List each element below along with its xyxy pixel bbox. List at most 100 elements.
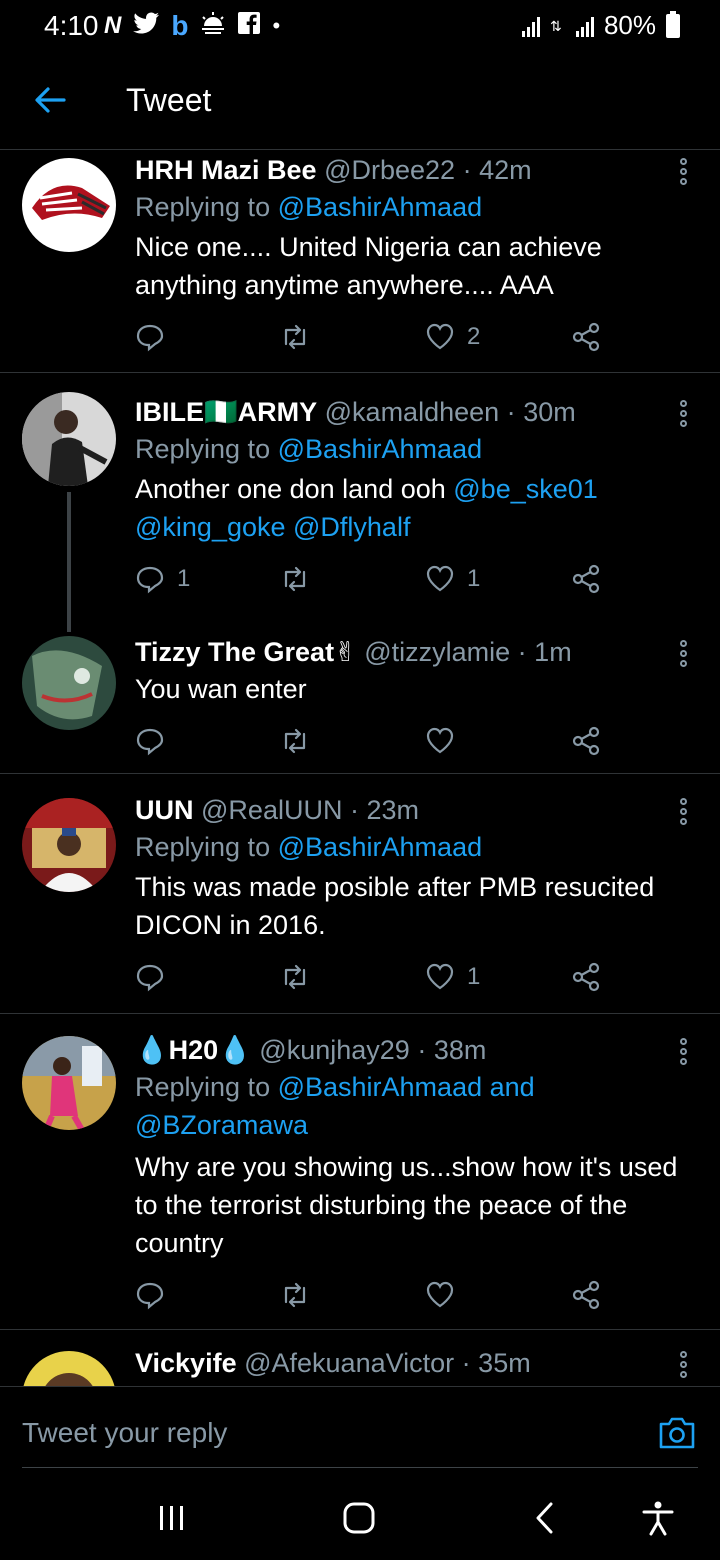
display-name[interactable]: Vickyife [135,1348,237,1378]
retweet-button[interactable] [280,564,310,594]
like-icon [426,565,454,592]
tweet-header: Tizzy The Great✌ @tizzylamie · 1m [135,634,680,670]
tweet[interactable]: UUN @RealUUN · 23m Replying to @BashirAh… [0,776,720,1014]
reply-icon [136,566,164,594]
retweet-button[interactable] [280,322,310,352]
reply-button[interactable] [135,1280,177,1310]
reply-icon [136,324,164,352]
retweet-button[interactable] [280,726,310,756]
notification-dot-icon: • [272,13,281,38]
retweet-icon [284,566,306,592]
home-icon[interactable] [340,1498,380,1538]
tweet-header: IBILE🇳🇬ARMY @kamaldheen · 30m [135,394,680,430]
status-bar: 4:10 N b • ⇅ 80% [0,0,720,54]
user-handle[interactable]: @RealUUN [201,795,342,825]
display-name[interactable]: 💧H20💧 [135,1035,252,1065]
tweet-text: You wan enter [135,674,307,704]
share-button[interactable] [571,726,601,756]
camera-icon[interactable] [658,1415,696,1451]
like-button[interactable]: 1 [425,962,480,992]
reply-input[interactable]: Tweet your reply [22,1417,227,1449]
replying-to: Replying to @BashirAhmaad [135,430,680,468]
share-icon [572,1280,600,1310]
accessibility-icon[interactable] [638,1498,678,1538]
retweet-button[interactable] [280,1280,310,1310]
share-button[interactable] [571,962,601,992]
reply-composer[interactable]: Tweet your reply [0,1386,720,1468]
user-handle[interactable]: @kunjhay29 [259,1035,410,1065]
back-arrow-icon[interactable] [30,80,70,120]
mention-link[interactable]: @BashirAhmaad [278,434,483,464]
user-handle[interactable]: @tizzylamie [364,637,510,667]
retweet-icon [284,1282,306,1308]
avatar[interactable] [22,798,116,892]
timestamp: 30m [523,397,576,427]
mention-link[interactable]: @BashirAhmaad [278,832,483,862]
share-button[interactable] [571,1280,601,1310]
replying-to-prefix: Replying to [135,832,278,862]
n-app-icon: N [104,12,122,39]
replying-to-prefix: Replying to [135,192,278,222]
reply-icon [136,964,164,992]
separator-dot: · [417,1035,427,1065]
b-app-icon: b [171,10,189,41]
like-button[interactable]: 2 [425,322,480,352]
replying-to: Replying to @BashirAhmaad and @BZoramawa [135,1068,680,1144]
reply-icon [136,728,164,756]
more-icon[interactable] [680,640,690,670]
more-icon[interactable] [680,1038,690,1068]
tweet[interactable]: HRH Mazi Bee @Drbee22 · 42m Replying to … [0,150,720,373]
retweet-icon [284,324,306,350]
reply-feed[interactable]: HRH Mazi Bee @Drbee22 · 42m Replying to … [0,150,720,1386]
like-icon [426,323,454,350]
mention-link[interactable]: @BashirAhmaad [278,192,483,222]
separator-dot: · [349,795,359,825]
reply-button[interactable] [135,726,177,756]
avatar[interactable] [22,1351,116,1386]
retweet-button[interactable] [280,962,310,992]
tweet[interactable]: IBILE🇳🇬ARMY @kamaldheen · 30m Replying t… [0,374,720,774]
separator-dot: · [517,637,527,667]
reply-button[interactable] [135,322,177,352]
like-button[interactable] [425,726,467,756]
more-icon[interactable] [680,1351,690,1381]
display-name[interactable]: Tizzy The Great✌ [135,637,357,667]
more-icon[interactable] [680,400,690,430]
tweet-header: HRH Mazi Bee @Drbee22 · 42m [135,152,680,188]
like-button[interactable] [425,1280,467,1310]
more-icon[interactable] [680,158,690,188]
display-name[interactable]: IBILE🇳🇬ARMY [135,397,317,427]
avatar[interactable] [22,636,116,730]
like-button[interactable]: 1 [425,564,480,594]
tweet[interactable]: 💧H20💧 @kunjhay29 · 38m Replying to @Bash… [0,1014,720,1330]
share-button[interactable] [571,322,601,352]
display-name[interactable]: HRH Mazi Bee [135,155,317,185]
battery-icon [666,10,680,38]
share-button[interactable] [571,564,601,594]
avatar[interactable] [22,392,116,486]
avatar[interactable] [22,1036,116,1130]
recents-icon[interactable] [152,1498,192,1538]
app-bar: Tweet [0,54,720,150]
reply-button[interactable] [135,962,177,992]
user-handle[interactable]: @kamaldheen [325,397,500,427]
share-icon [572,962,600,992]
timestamp: 35m [478,1348,531,1378]
twitter-bird-icon [133,12,160,41]
display-name[interactable]: UUN [135,795,194,825]
tweet-actions: 2 [135,322,615,362]
share-icon [572,726,600,756]
tweet-actions [135,726,615,766]
more-icon[interactable] [680,798,690,828]
back-icon[interactable] [526,1498,566,1538]
replying-to: Replying to @BashirAhmaad [135,828,680,866]
tweet-header: 💧H20💧 @kunjhay29 · 38m [135,1032,680,1068]
avatar[interactable] [22,158,116,252]
user-handle[interactable]: @Drbee22 [324,155,455,185]
replying-to: Replying to @BashirAhmaad [135,188,680,226]
reply-button[interactable]: 1 [135,564,190,594]
replying-to-prefix: Replying to [135,1072,278,1102]
tweet[interactable]: Vickyife @AfekuanaVictor · 35m [0,1331,720,1386]
share-icon [572,322,600,352]
user-handle[interactable]: @AfekuanaVictor [244,1348,454,1378]
